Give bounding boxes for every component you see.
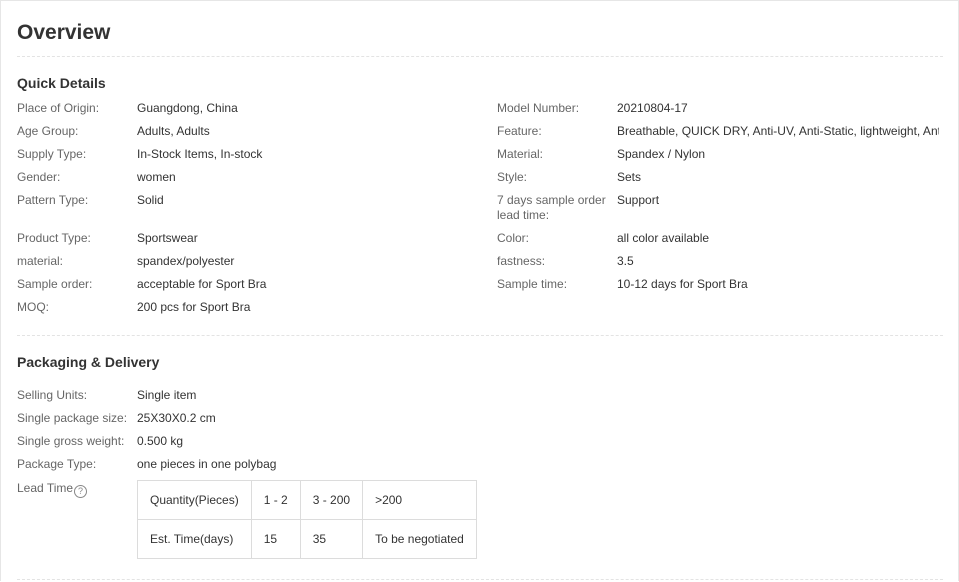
detail-label-sample-time: Sample time: — [497, 277, 568, 291]
detail-value-fastness: 3.5 — [617, 254, 634, 268]
detail-value-material: spandex/polyester — [137, 254, 235, 268]
detail-label-style: Style: — [497, 170, 528, 184]
detail-value-color: all color available — [617, 231, 710, 245]
table-row: Est. Time(days) 15 35 To be negotiated — [137, 519, 477, 559]
detail-value-gender: women — [137, 170, 176, 184]
detail-label-material-fabric: Material: — [497, 147, 544, 161]
detail-value-style: Sets — [617, 170, 642, 184]
detail-label-sample-order: Sample order: — [17, 277, 93, 291]
lead-time-label-text: Lead Time — [17, 481, 74, 495]
packaging-label-selling-units: Selling Units: — [17, 388, 88, 402]
packaging-label-package-size: Single package size: — [17, 411, 128, 425]
divider — [17, 579, 943, 580]
overview-title: Overview — [17, 21, 111, 44]
packaging-value-selling-units: Single item — [137, 388, 197, 402]
lead-time-label: Lead Time? — [17, 481, 88, 498]
table-cell-est-time: 15 — [250, 519, 301, 559]
product-overview-panel: Overview Quick Details Place of Origin: … — [0, 0, 959, 581]
divider — [17, 56, 943, 57]
help-icon[interactable]: ? — [74, 485, 88, 498]
detail-label-age-group: Age Group: — [17, 124, 79, 138]
table-cell-quantity-range: 3 - 200 — [299, 480, 364, 520]
lead-time-table: Quantity(Pieces) 1 - 2 3 - 200 >200 Est.… — [137, 480, 477, 559]
packaging-value-gross-weight: 0.500 kg — [137, 434, 184, 448]
detail-value-supply-type: In-Stock Items, In-stock — [137, 147, 263, 161]
packaging-delivery-title: Packaging & Delivery — [17, 354, 160, 370]
detail-value-age-group: Adults, Adults — [137, 124, 210, 138]
table-cell-est-time: To be negotiated — [362, 519, 477, 559]
detail-label-supply-type: Supply Type: — [17, 147, 87, 161]
detail-label-place-of-origin: Place of Origin: — [17, 101, 100, 115]
detail-value-moq: 200 pcs for Sport Bra — [137, 300, 251, 314]
detail-value-product-type: Sportswear — [137, 231, 198, 245]
packaging-value-package-size: 25X30X0.2 cm — [137, 411, 216, 425]
table-cell-est-time: 35 — [299, 519, 364, 559]
detail-label-model-number: Model Number: — [497, 101, 580, 115]
table-header-est-time: Est. Time(days) — [137, 519, 252, 559]
table-cell-quantity-range: 1 - 2 — [250, 480, 301, 520]
detail-value-model-number: 20210804-17 — [617, 101, 688, 115]
detail-label-fastness: fastness: — [497, 254, 546, 268]
packaging-value-package-type: one pieces in one polybag — [137, 457, 277, 471]
detail-value-sample-order: acceptable for Sport Bra — [137, 277, 267, 291]
detail-label-feature: Feature: — [497, 124, 542, 138]
detail-label-moq: MOQ: — [17, 300, 49, 314]
detail-label-gender: Gender: — [17, 170, 61, 184]
packaging-label-gross-weight: Single gross weight: — [17, 434, 125, 448]
detail-value-place-of-origin: Guangdong, China — [137, 101, 238, 115]
detail-label-color: Color: — [497, 231, 530, 245]
quick-details-title: Quick Details — [17, 75, 106, 91]
detail-value-sample-time: 10-12 days for Sport Bra — [617, 277, 748, 291]
table-header-quantity: Quantity(Pieces) — [137, 480, 252, 520]
detail-value-pattern-type: Solid — [137, 193, 164, 207]
divider — [17, 335, 943, 336]
detail-label-material: material: — [17, 254, 64, 268]
packaging-label-package-type: Package Type: — [17, 457, 97, 471]
detail-label-sample-lead-time-line2: lead time: — [497, 208, 550, 222]
table-cell-quantity-range: >200 — [362, 480, 477, 520]
detail-label-pattern-type: Pattern Type: — [17, 193, 89, 207]
detail-value-sample-lead-time: Support — [617, 193, 660, 207]
detail-label-product-type: Product Type: — [17, 231, 91, 245]
detail-label-sample-lead-time: 7 days sample order — [497, 193, 606, 207]
detail-value-feature: Breathable, QUICK DRY, Anti-UV, Anti-Sta… — [617, 124, 939, 138]
table-row: Quantity(Pieces) 1 - 2 3 - 200 >200 — [137, 480, 477, 520]
detail-value-material-fabric: Spandex / Nylon — [617, 147, 706, 161]
